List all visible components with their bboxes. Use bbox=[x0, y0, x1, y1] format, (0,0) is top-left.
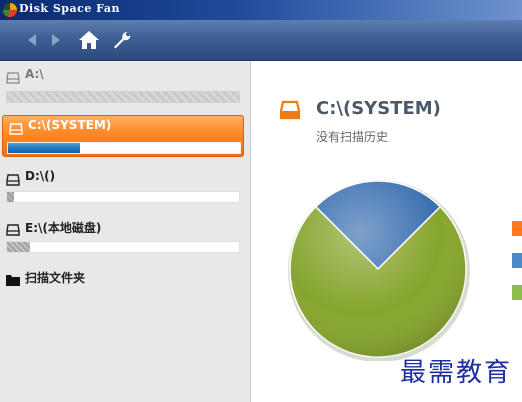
pie-chart bbox=[288, 180, 470, 361]
settings-button[interactable] bbox=[110, 28, 134, 52]
usage-fill bbox=[8, 143, 80, 153]
app-logo-icon bbox=[2, 2, 18, 18]
drive-title: C:\(SYSTEM) bbox=[316, 98, 441, 119]
drive-icon bbox=[6, 221, 20, 236]
drive-label: C:\(SYSTEM) bbox=[28, 118, 112, 132]
title-bar: Disk Space Fan bbox=[0, 0, 522, 20]
drive-title-icon bbox=[279, 100, 301, 120]
toolbar bbox=[0, 20, 522, 61]
usage-bar bbox=[6, 91, 240, 103]
usage-bar bbox=[6, 241, 240, 253]
home-button[interactable] bbox=[77, 28, 101, 52]
back-button[interactable] bbox=[20, 28, 44, 52]
watermark-text: 最需教育 bbox=[400, 358, 513, 388]
home-icon bbox=[79, 31, 99, 49]
main-panel: C:\(SYSTEM) 没有扫描历史 bbox=[251, 61, 522, 402]
legend-swatch bbox=[512, 253, 522, 268]
forward-button[interactable] bbox=[44, 28, 68, 52]
drive-icon bbox=[6, 171, 20, 186]
settings-icon bbox=[114, 32, 131, 49]
app-title: Disk Space Fan bbox=[19, 2, 120, 15]
drive-label: A:\ bbox=[25, 67, 44, 81]
drive-item-d[interactable]: D:\() bbox=[0, 167, 250, 207]
drive-item-a[interactable]: A:\ bbox=[0, 65, 250, 105]
forward-icon bbox=[52, 34, 60, 46]
drive-label: D:\() bbox=[25, 169, 56, 183]
scan-folder-label: 扫描文件夹 bbox=[25, 271, 86, 285]
drive-item-c[interactable]: C:\(SYSTEM) bbox=[2, 115, 244, 157]
legend-swatch bbox=[512, 285, 522, 300]
folder-icon bbox=[6, 271, 20, 286]
scan-history-text: 没有扫描历史 bbox=[316, 130, 389, 144]
usage-bar bbox=[7, 142, 241, 154]
legend-swatch bbox=[512, 221, 522, 236]
drive-icon bbox=[6, 69, 20, 84]
pie-gloss bbox=[290, 181, 466, 357]
drive-item-e[interactable]: E:\(本地磁盘) bbox=[0, 217, 250, 257]
drive-icon bbox=[9, 120, 23, 135]
usage-bar bbox=[6, 191, 240, 203]
sidebar: A:\ C:\(SYSTEM) D:\() E:\(本地磁盘) 扫描文件夹 bbox=[0, 61, 251, 402]
scan-folder-button[interactable]: 扫描文件夹 bbox=[0, 267, 250, 289]
back-icon bbox=[28, 34, 36, 46]
usage-fill bbox=[7, 192, 14, 202]
usage-fill bbox=[7, 242, 31, 252]
drive-label: E:\(本地磁盘) bbox=[25, 221, 102, 235]
